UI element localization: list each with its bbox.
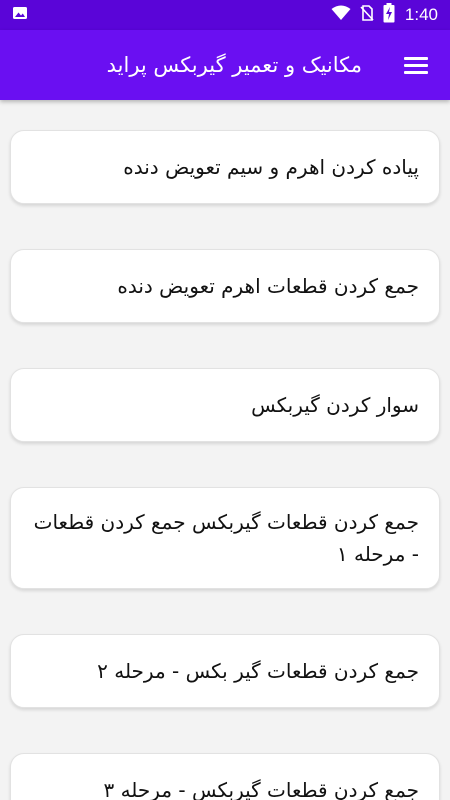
list-item[interactable]: جمع کردن قطعات گیربکس جمع کردن قطعات - م… [10,487,440,589]
list-item-label: جمع کردن قطعات گیر بکس - مرحله ۲ [97,659,419,683]
app-bar: مکانیک و تعمیر گیربکس پراید [0,30,450,100]
list-item[interactable]: جمع کردن قطعات گیر بکس - مرحله ۲ [10,634,440,708]
menu-line [404,63,428,67]
list-item-label: جمع کردن قطعات اهرم تعویض دنده [117,274,419,298]
list-item[interactable]: جمع کردن قطعات گیربکس - مرحله ۳ [10,753,440,800]
image-icon [12,5,28,25]
battery-charging-icon [383,3,395,27]
list-item[interactable]: سوار کردن گیربکس [10,368,440,442]
status-left [12,5,28,25]
list-item[interactable]: پیاده کردن اهرم و سیم تعویض دنده [10,130,440,204]
hamburger-menu-icon[interactable] [404,51,432,79]
app-title: مکانیک و تعمیر گیربکس پراید [106,53,362,77]
no-sim-icon [359,5,375,25]
status-time: 1:40 [404,5,438,24]
list-item[interactable]: جمع کردن قطعات اهرم تعویض دنده [10,249,440,323]
list-item-label: سوار کردن گیربکس [251,393,419,417]
menu-line [404,56,428,60]
list-item-label: جمع کردن قطعات گیربکس - مرحله ۳ [103,778,419,800]
list-item-label: پیاده کردن اهرم و سیم تعویض دنده [123,155,419,179]
chapter-list[interactable]: پیاده کردن اهرم و سیم تعویض دنده جمع کرد… [0,100,450,800]
list-item-label: جمع کردن قطعات گیربکس جمع کردن قطعات - م… [33,510,419,566]
menu-line [404,70,428,74]
status-right: 1:40 [331,3,438,27]
wifi-icon [331,5,351,25]
status-bar: 1:40 [0,0,450,30]
